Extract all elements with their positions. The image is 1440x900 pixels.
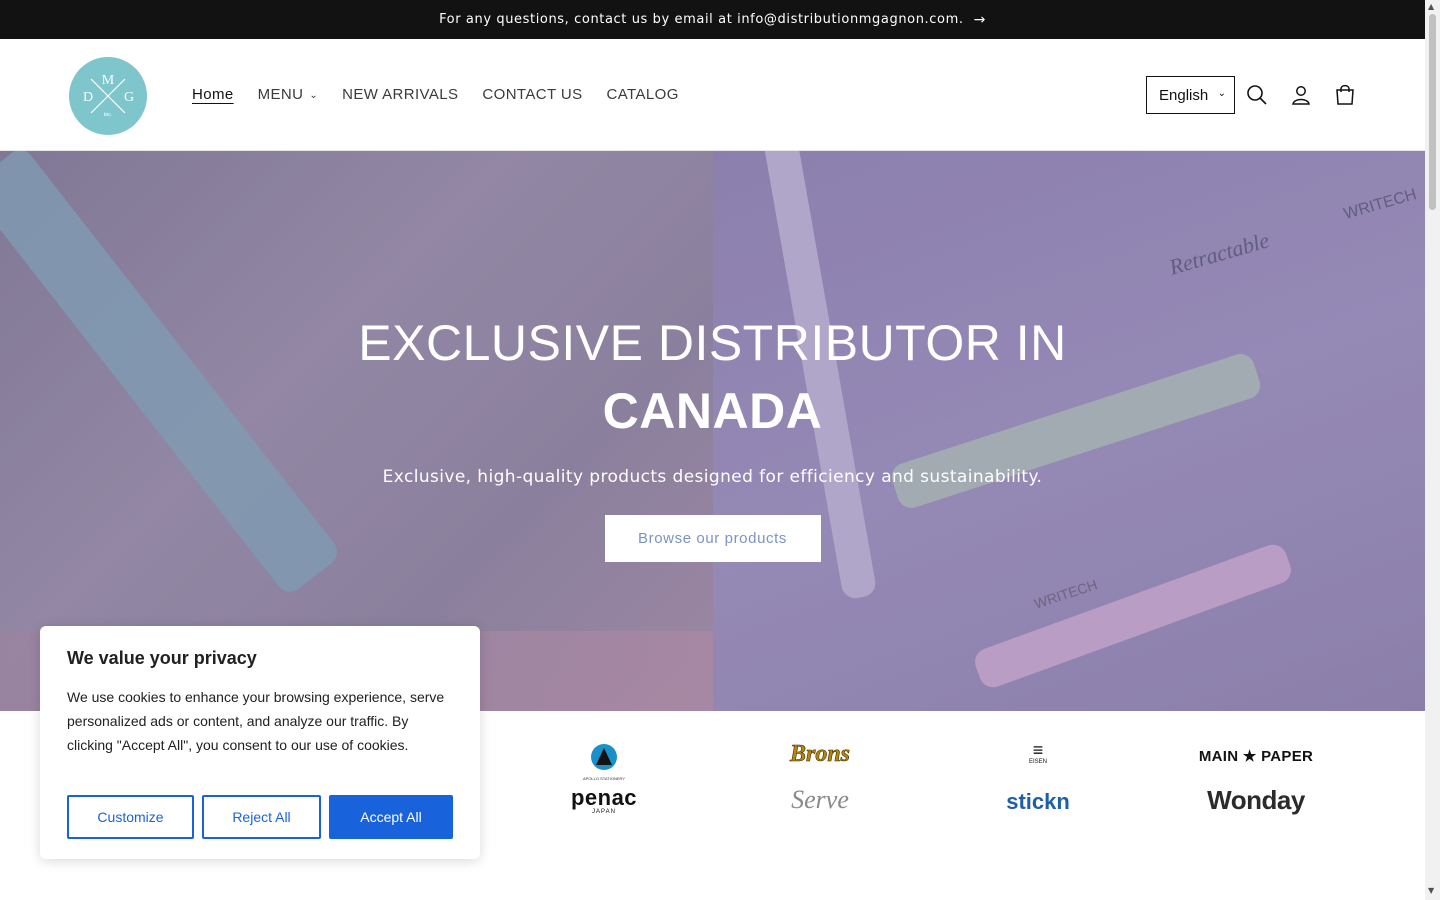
brand-main-paper[interactable]: MAIN ★ PAPER	[1195, 747, 1317, 765]
nav-label: NEW ARRIVALS	[342, 85, 459, 103]
nav-new-arrivals[interactable]: NEW ARRIVALS	[342, 86, 458, 103]
accept-all-button[interactable]: Accept All	[329, 795, 453, 839]
main-nav: Home MENU ⌄ NEW ARRIVALS CONTACT US CATAL…	[192, 39, 679, 149]
brand-wonday[interactable]: Wonday	[1195, 785, 1317, 816]
apollo-logo-icon	[591, 744, 617, 770]
nav-label: CATALOG	[606, 85, 679, 103]
brand-label: APOLLO STATIONERY	[582, 776, 625, 781]
brand-label: penac	[570, 785, 638, 810]
announcement-bar[interactable]: For any questions, contact us by email a…	[0, 0, 1425, 39]
scroll-up-icon[interactable]: ▲	[1428, 2, 1434, 11]
scrollbar-thumb[interactable]	[1429, 14, 1436, 210]
brand-brons[interactable]: Brons	[778, 741, 862, 768]
hero-content: EXCLUSIVE DISTRIBUTOR IN CANADA Exclusiv…	[0, 309, 1425, 562]
cart-icon[interactable]	[1333, 83, 1357, 107]
brand-serve[interactable]: Serve	[778, 785, 862, 815]
chevron-down-icon: ⌄	[309, 89, 319, 101]
logo-inc: inc.	[104, 112, 113, 118]
cookie-consent-banner: We value your privacy We use cookies to …	[40, 626, 480, 859]
nav-label: CONTACT US	[482, 85, 583, 103]
brand-apollo[interactable]: APOLLO STATIONERY	[562, 743, 646, 781]
nav-label: MENU	[257, 85, 304, 103]
brand-label: EISEN	[1028, 759, 1047, 765]
logo-letter-m: M	[102, 73, 115, 88]
customize-button[interactable]: Customize	[67, 795, 194, 839]
cookie-title: We value your privacy	[67, 648, 257, 668]
page-scrollbar[interactable]: ▲ ▼	[1425, 0, 1440, 900]
chevron-down-icon: ⌄	[1217, 88, 1226, 99]
announcement-text: For any questions, contact us by email a…	[439, 12, 964, 27]
cookie-buttons: Customize Reject All Accept All	[67, 795, 453, 839]
cookie-body: We use cookies to enhance your browsing …	[67, 689, 445, 753]
logo-emblem: M D G inc.	[83, 73, 134, 118]
eisen-logo-icon: ≡	[1032, 740, 1044, 760]
search-icon[interactable]	[1245, 83, 1269, 107]
hero-title-line2: CANADA	[602, 383, 823, 439]
nav-label: Home	[192, 85, 234, 103]
language-label: English	[1159, 86, 1209, 104]
scroll-down-icon[interactable]: ▼	[1428, 886, 1434, 895]
reject-all-button[interactable]: Reject All	[202, 795, 321, 839]
site-header: M D G inc. Home MENU ⌄ NEW ARRIVALS CONTA…	[0, 39, 1425, 151]
nav-menu[interactable]: MENU ⌄	[258, 86, 319, 103]
nav-home[interactable]: Home	[192, 86, 234, 103]
language-selector[interactable]: English ⌄	[1146, 76, 1235, 114]
hero-title: EXCLUSIVE DISTRIBUTOR IN CANADA	[0, 309, 1425, 445]
brand-penac[interactable]: penac JAPAN	[562, 785, 646, 816]
brand-eisen[interactable]: ≡ EISEN	[1008, 741, 1068, 765]
account-icon[interactable]	[1289, 83, 1313, 107]
arrow-right-icon: →	[973, 11, 986, 28]
brand-stickn[interactable]: stickn	[995, 789, 1081, 815]
nav-contact-us[interactable]: CONTACT US	[482, 86, 582, 103]
logo-letter-d: D	[83, 90, 93, 105]
hero-title-line1: EXCLUSIVE DISTRIBUTOR IN	[358, 315, 1067, 371]
logo-letter-g: G	[124, 90, 134, 105]
browse-products-button[interactable]: Browse our products	[604, 515, 821, 562]
logo[interactable]: M D G inc.	[69, 57, 147, 135]
nav-catalog[interactable]: CATALOG	[607, 86, 679, 103]
hero-subtitle: Exclusive, high-quality products designe…	[382, 467, 1043, 487]
